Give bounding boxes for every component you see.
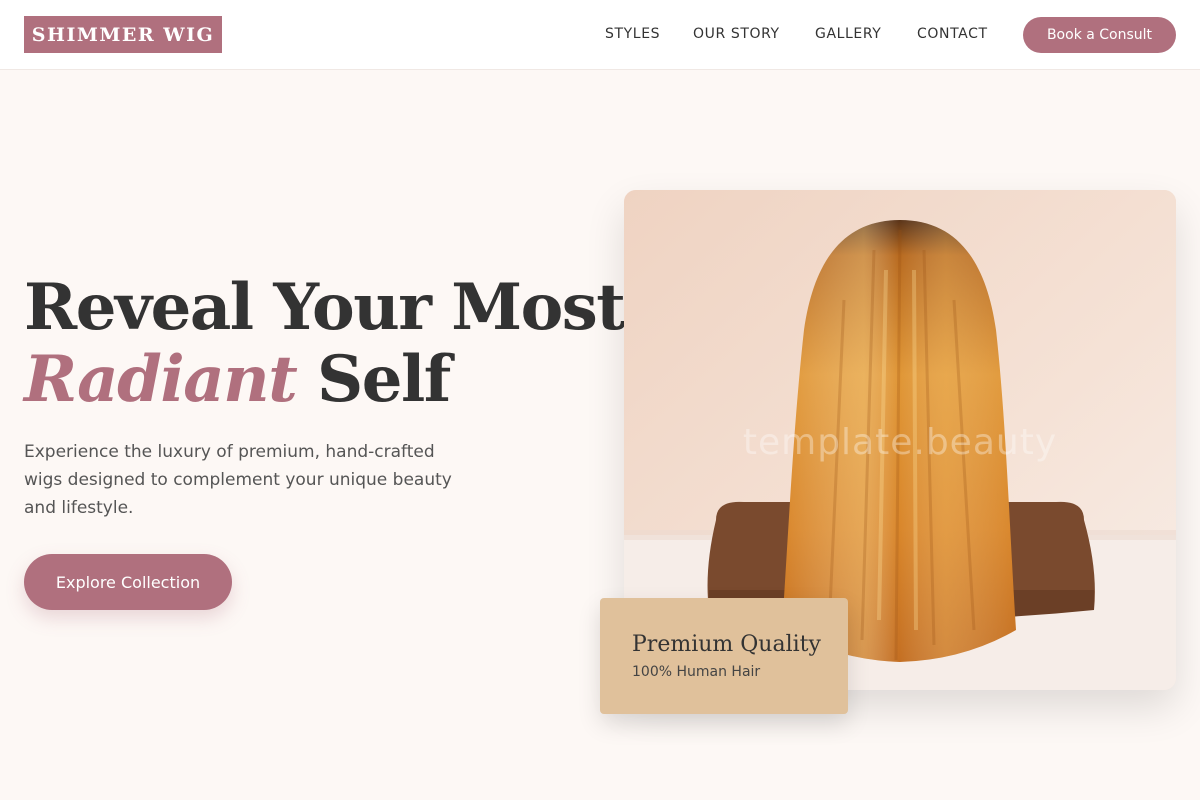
nav-our-story[interactable]: OUR STORY <box>693 24 780 44</box>
quality-title: Premium Quality <box>632 632 821 657</box>
book-consult-button[interactable]: Book a Consult <box>1023 17 1176 53</box>
headline-accent-word: Radiant <box>24 342 298 417</box>
site-header: SHIMMER WIG STYLES OUR STORY GALLERY CON… <box>0 0 1200 70</box>
quality-subtitle: 100% Human Hair <box>632 664 761 680</box>
hero-headline: Reveal Your Most Radiant Self <box>24 272 626 417</box>
brand-logo[interactable]: SHIMMER WIG <box>24 16 222 53</box>
headline-end-word: Self <box>317 342 451 417</box>
explore-collection-button[interactable]: Explore Collection <box>24 554 232 610</box>
nav-gallery[interactable]: GALLERY <box>815 24 881 44</box>
headline-line-1: Reveal Your Most <box>24 270 626 345</box>
hero-subtext: Experience the luxury of premium, hand-c… <box>24 442 452 518</box>
watermark-text: template.beauty <box>742 422 1058 463</box>
premium-quality-card: Premium Quality 100% Human Hair <box>600 598 848 714</box>
nav-styles[interactable]: STYLES <box>605 24 660 44</box>
nav-contact[interactable]: CONTACT <box>917 24 988 44</box>
